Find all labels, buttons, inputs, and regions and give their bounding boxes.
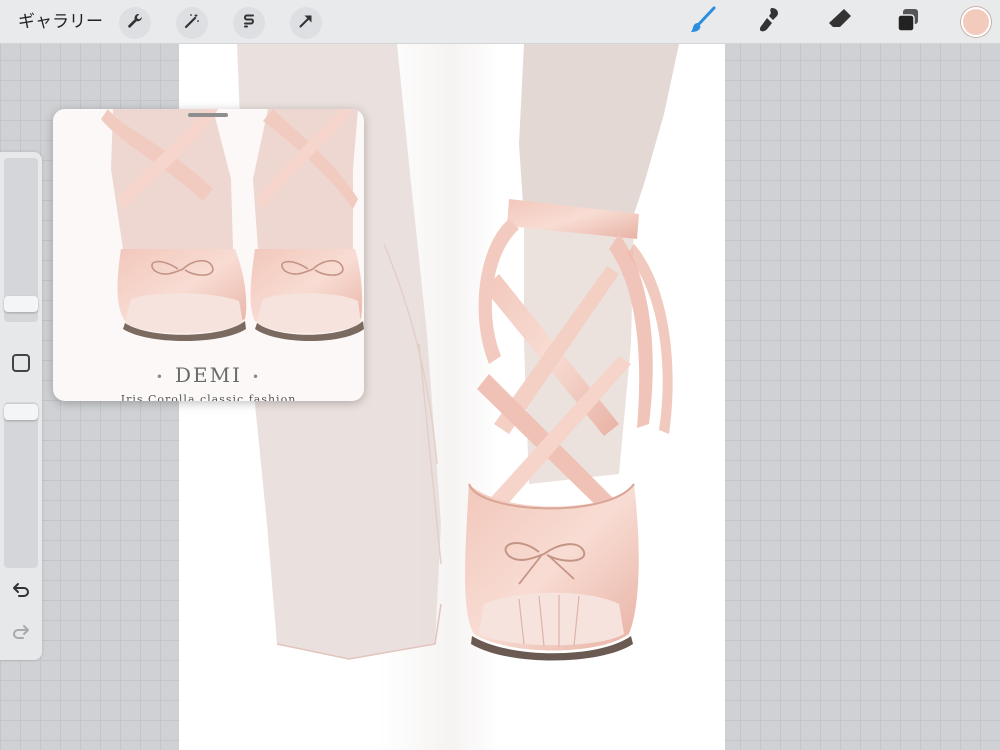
wrench-icon xyxy=(126,12,144,34)
layers-icon xyxy=(893,5,923,39)
top-toolbar: ギャラリー xyxy=(0,0,1000,44)
undo-button[interactable] xyxy=(9,582,33,602)
modify-button[interactable] xyxy=(12,354,30,372)
brush-icon xyxy=(688,5,718,39)
eraser-tool-button[interactable] xyxy=(824,6,856,38)
selection-button[interactable] xyxy=(233,7,265,39)
transform-button[interactable] xyxy=(290,7,322,39)
redo-button[interactable] xyxy=(9,624,33,644)
actions-button[interactable] xyxy=(119,7,151,39)
selection-icon xyxy=(240,12,258,34)
gallery-button[interactable]: ギャラリー xyxy=(18,10,103,34)
reference-image xyxy=(53,109,364,359)
adjustments-button[interactable] xyxy=(176,7,208,39)
smudge-tool-button[interactable] xyxy=(754,6,786,38)
undo-icon xyxy=(11,581,31,603)
brand-dot-right: • xyxy=(252,369,262,384)
opacity-thumb[interactable] xyxy=(4,404,38,420)
smudge-icon xyxy=(755,5,785,39)
reference-window[interactable]: • DEMI • Iris Corolla classic fashion xyxy=(53,109,364,401)
brand-dot-left: • xyxy=(155,369,165,384)
reference-tagline: Iris Corolla classic fashion xyxy=(120,393,297,401)
transform-arrow-icon xyxy=(297,12,315,34)
brush-tool-button[interactable] xyxy=(687,6,719,38)
left-sidebar xyxy=(0,152,42,660)
reference-drag-handle[interactable] xyxy=(188,113,228,117)
eraser-icon xyxy=(825,5,855,39)
color-picker-button[interactable] xyxy=(961,7,991,37)
brush-size-thumb[interactable] xyxy=(4,296,38,312)
reference-brand-text: DEMI xyxy=(174,363,242,387)
layers-button[interactable] xyxy=(892,6,924,38)
brush-size-slider[interactable] xyxy=(4,158,38,322)
magic-wand-icon xyxy=(183,12,201,34)
opacity-slider[interactable] xyxy=(4,402,38,568)
redo-icon xyxy=(11,623,31,645)
reference-brand: • DEMI • xyxy=(53,363,364,387)
